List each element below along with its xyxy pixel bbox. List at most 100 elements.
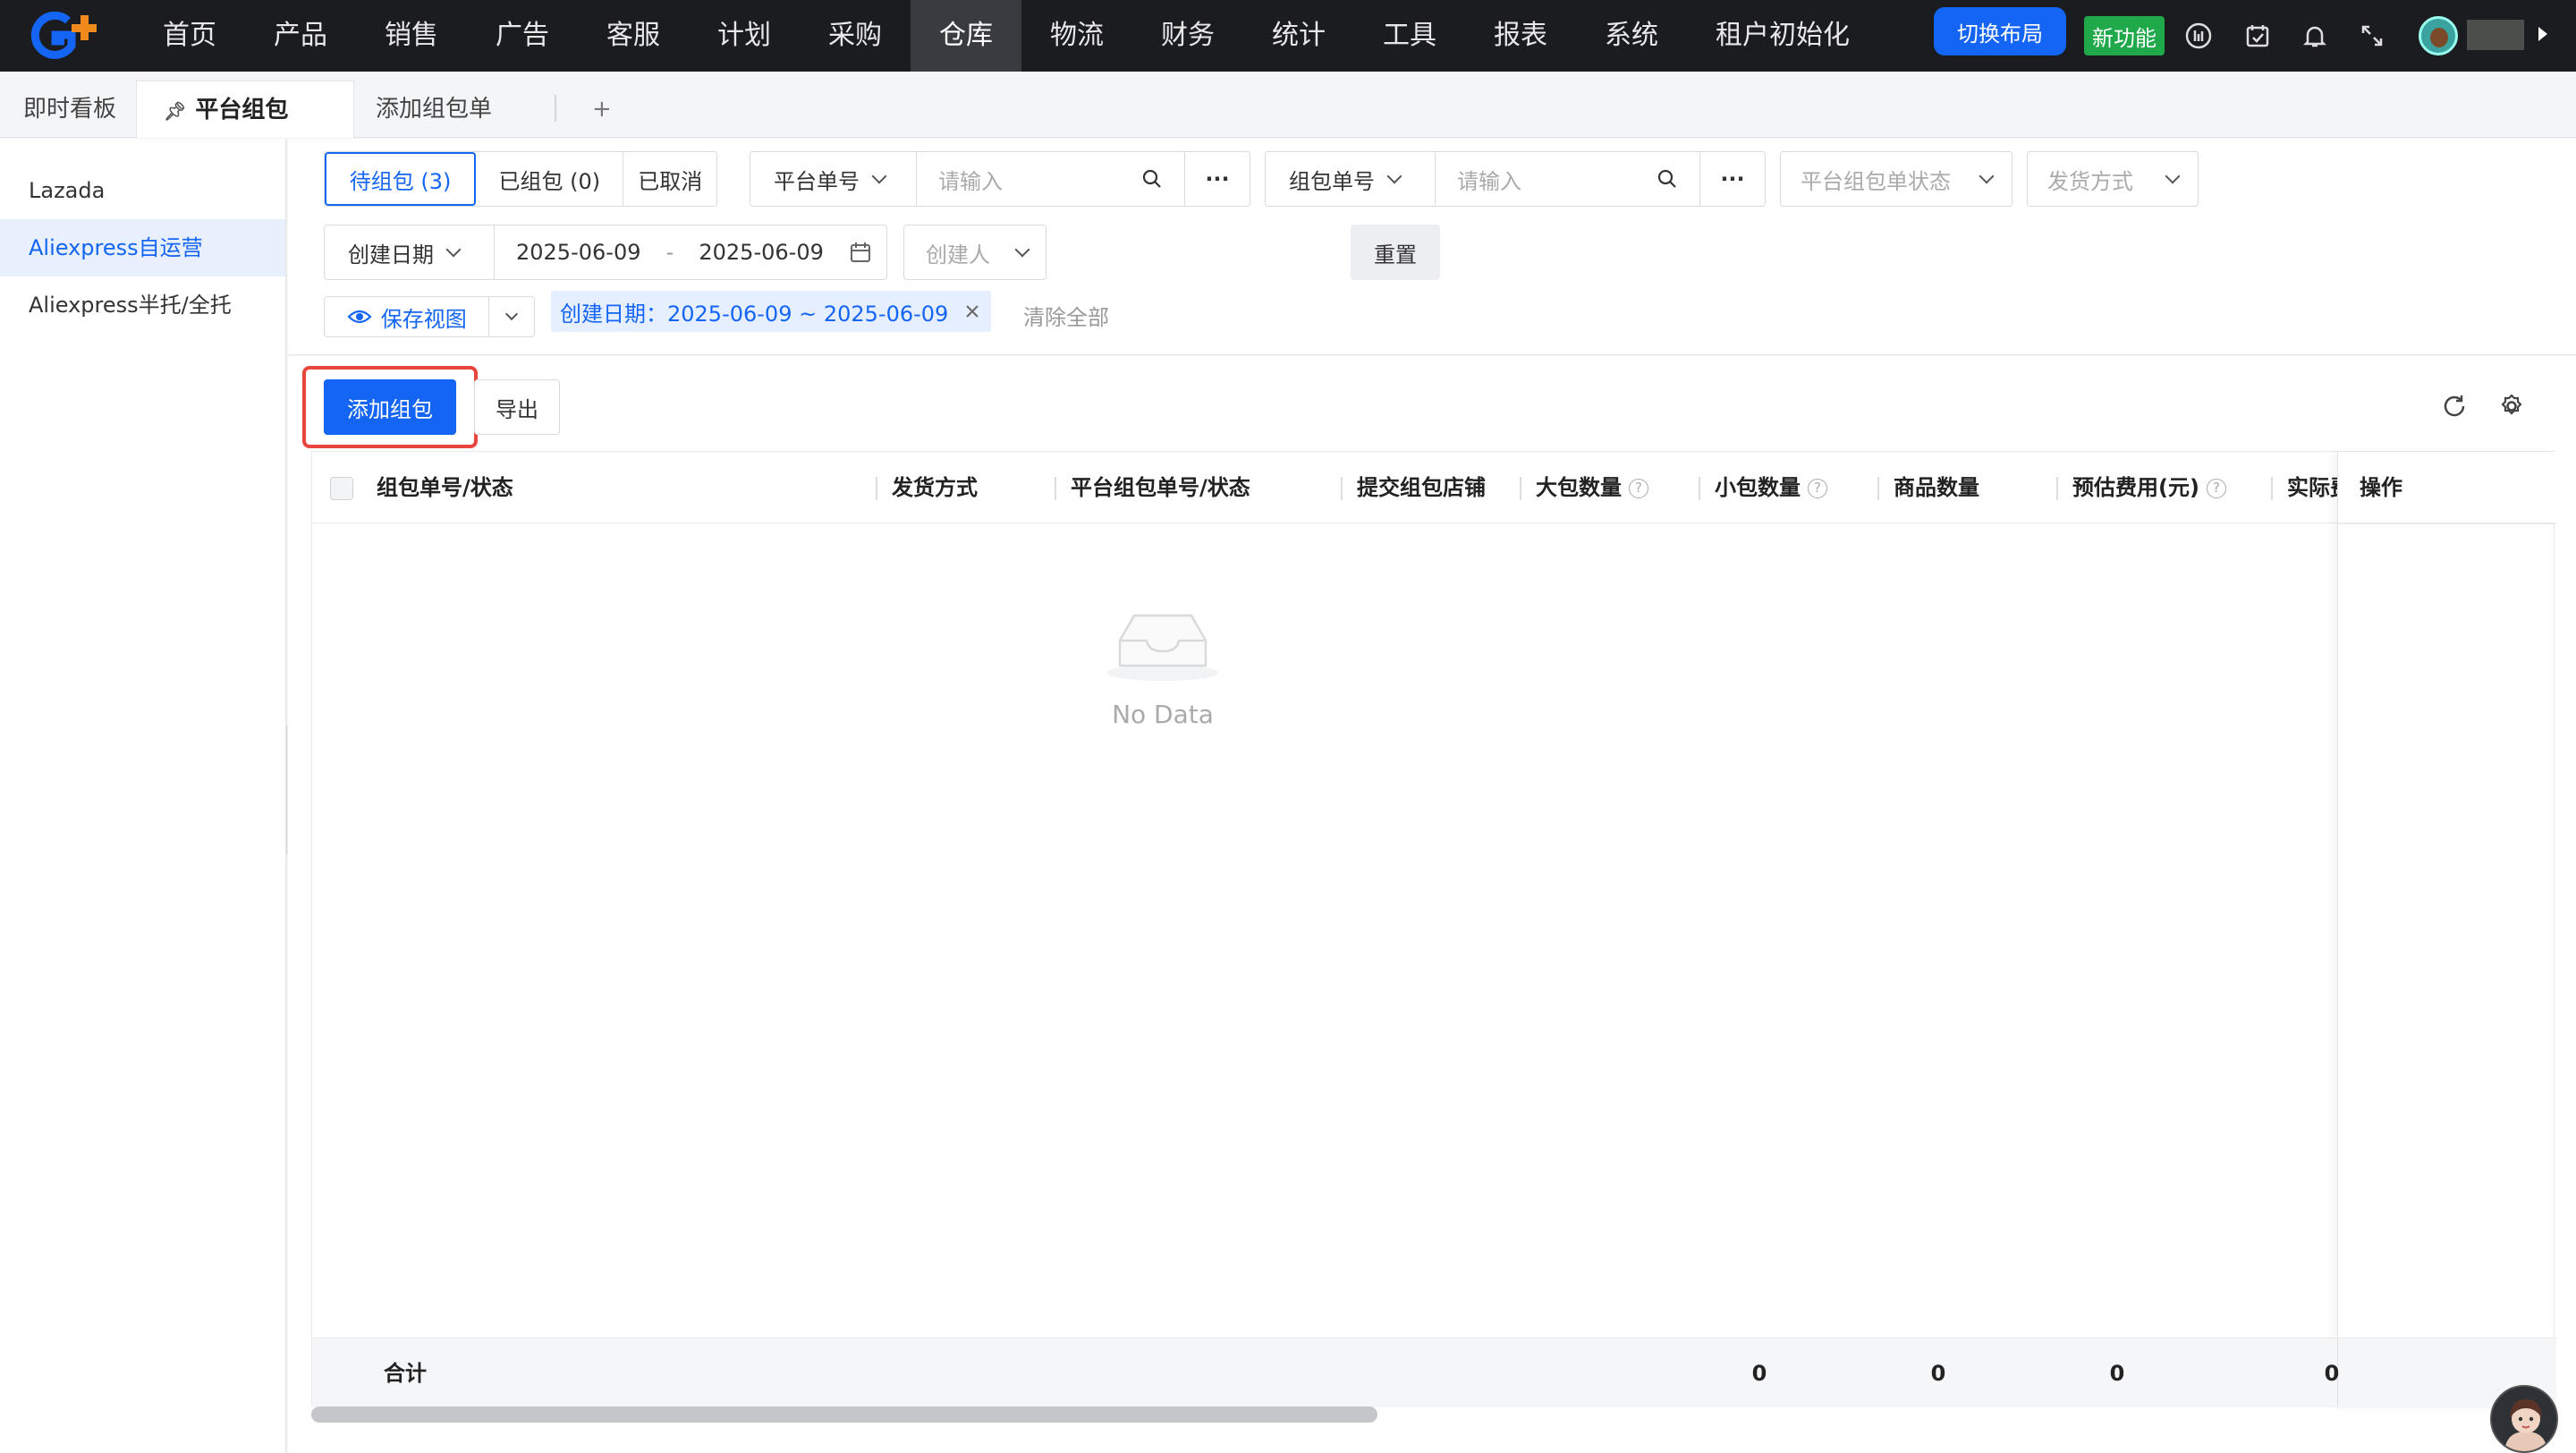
actions-column: 操作 (2337, 452, 2556, 1407)
chevron-down-icon (1014, 242, 1030, 258)
nav-warehouse[interactable]: 仓库 (911, 0, 1021, 72)
assistant-avatar-button[interactable] (2490, 1385, 2558, 1453)
logo[interactable] (0, 0, 134, 72)
add-tab-button[interactable]: + (572, 81, 631, 138)
package-no-input[interactable]: 请输入 (1436, 152, 1700, 206)
col-estimated-fee[interactable]: 预估费用(元)? (2072, 452, 2226, 523)
date-type-select[interactable]: 创建日期 (325, 225, 495, 279)
horizontal-scrollbar[interactable] (311, 1406, 1377, 1423)
chevron-down-icon (2165, 168, 2181, 184)
nav-tools[interactable]: 工具 (1354, 0, 1465, 72)
table-footer: 合计 0 0 0 0 (312, 1338, 2339, 1407)
search-icon[interactable] (1657, 168, 1678, 190)
date-start[interactable]: 2025-06-09 (516, 240, 640, 265)
col-package-no-status[interactable]: 组包单号/状态 (377, 452, 513, 523)
calendar-check-icon[interactable] (2241, 20, 2274, 52)
export-button[interactable]: 导出 (474, 379, 560, 435)
sidebar-item-aliexpress-self[interactable]: Aliexpress自运营 (0, 219, 285, 276)
filter-panel: 待组包 (3) 已组包 (0) 已取消 平台单号 请输入 ··· 组包单号 请输… (288, 139, 2576, 355)
nav-finance[interactable]: 财务 (1132, 0, 1243, 72)
platform-no-select[interactable]: 平台单号 (750, 152, 917, 206)
nav-system[interactable]: 系统 (1576, 0, 1687, 72)
col-big-package-count-label: 大包数量 (1536, 475, 1622, 500)
highlight-annotation (302, 366, 478, 448)
package-table: 组包单号/状态 发货方式 平台组包单号/状态 提交组包店铺 大包数量? 小包数量… (311, 451, 2556, 1407)
active-filter-chip: 创建日期：2025-06-09 ~ 2025-06-09 (551, 291, 992, 332)
top-nav-bar: 首页 产品 销售 广告 客服 计划 采购 仓库 物流 财务 统计 工具 报表 系… (0, 0, 2576, 72)
platform-no-more-button[interactable]: ··· (1185, 152, 1250, 206)
col-shipping-method[interactable]: 发货方式 (892, 452, 978, 523)
clear-all-link[interactable]: 清除全部 (1023, 300, 1109, 331)
calendar-icon[interactable] (849, 241, 872, 264)
col-small-package-count[interactable]: 小包数量? (1715, 452, 1827, 523)
nav-reports[interactable]: 报表 (1465, 0, 1576, 72)
search-icon[interactable] (1141, 168, 1163, 190)
tab-separator (555, 95, 556, 122)
col-platform-package-no[interactable]: 平台组包单号/状态 (1071, 452, 1250, 523)
select-all-checkbox[interactable] (330, 477, 353, 500)
nav-purchase[interactable]: 采购 (800, 0, 911, 72)
save-view-button[interactable]: 保存视图 (325, 297, 490, 336)
date-range-picker[interactable]: 2025-06-09 - 2025-06-09 (495, 240, 886, 265)
help-icon[interactable]: ? (1629, 479, 1648, 498)
user-avatar[interactable] (2419, 16, 2458, 55)
platform-status-select[interactable]: 平台组包单状态 (1780, 151, 2012, 207)
save-view-dropdown[interactable] (489, 297, 534, 336)
chevron-down-icon (1979, 168, 1995, 184)
col-actual-fee[interactable]: 实际费 (2287, 452, 2337, 523)
fullscreen-icon[interactable] (2356, 20, 2388, 52)
stats-icon[interactable] (2182, 20, 2215, 52)
close-icon[interactable] (962, 302, 982, 321)
creator-select[interactable]: 创建人 (903, 225, 1046, 280)
footer-big-package-total: 0 (1751, 1361, 1767, 1386)
help-icon[interactable]: ? (1808, 479, 1827, 498)
help-icon[interactable]: ? (2206, 479, 2226, 498)
new-feature-badge[interactable]: 新功能 (2084, 16, 2165, 55)
package-no-select[interactable]: 组包单号 (1266, 152, 1436, 206)
nav-statistics[interactable]: 统计 (1243, 0, 1354, 72)
bell-icon[interactable] (2299, 20, 2331, 52)
user-menu-caret-icon[interactable] (2538, 27, 2547, 41)
platform-no-filter: 平台单号 请输入 ··· (750, 151, 1250, 207)
status-tab-pending[interactable]: 待组包 (3) (325, 152, 477, 206)
nav-tenant-init[interactable]: 租户初始化 (1687, 0, 1878, 72)
tab-dashboard[interactable]: 即时看板 (4, 81, 136, 138)
tab-platform-package-label: 平台组包 (195, 97, 289, 123)
col-submit-store[interactable]: 提交组包店铺 (1357, 452, 1486, 523)
sidebar-item-aliexpress-managed[interactable]: Aliexpress半托/全托 (0, 276, 285, 334)
status-tab-cancelled[interactable]: 已取消 (623, 152, 716, 206)
header-divider (2338, 523, 2556, 524)
nav-products[interactable]: 产品 (245, 0, 356, 72)
date-end[interactable]: 2025-06-09 (699, 240, 823, 265)
sidebar-item-lazada[interactable]: Lazada (0, 162, 285, 219)
col-big-package-count[interactable]: 大包数量? (1536, 452, 1648, 523)
platform-sidebar: Lazada Aliexpress自运营 Aliexpress半托/全托 (0, 139, 286, 1453)
nav-customer-service[interactable]: 客服 (578, 0, 689, 72)
nav-home[interactable]: 首页 (134, 0, 245, 72)
user-name-redacted[interactable] (2467, 20, 2524, 50)
nav-plan[interactable]: 计划 (689, 0, 800, 72)
col-actions: 操作 (2360, 475, 2402, 500)
date-separator: - (665, 240, 674, 265)
reset-button[interactable]: 重置 (1351, 225, 1440, 280)
status-tab-packed[interactable]: 已组包 (0) (476, 152, 624, 206)
platform-no-input[interactable]: 请输入 (917, 152, 1185, 206)
shipping-method-placeholder: 发货方式 (2047, 168, 2133, 194)
tab-add-package-order[interactable]: 添加组包单 (356, 81, 512, 138)
refresh-icon[interactable] (2438, 390, 2470, 422)
shipping-method-select[interactable]: 发货方式 (2027, 151, 2199, 207)
column-divider (2271, 477, 2273, 500)
column-divider (1520, 477, 1521, 500)
switch-layout-button[interactable]: 切换布局 (1934, 7, 2066, 55)
settings-gear-icon[interactable] (2496, 390, 2528, 422)
nav-sales[interactable]: 销售 (356, 0, 467, 72)
nav-logistics[interactable]: 物流 (1021, 0, 1132, 72)
nav-ads[interactable]: 广告 (467, 0, 578, 72)
active-filter-chip-label: 创建日期：2025-06-09 ~ 2025-06-09 (560, 301, 949, 327)
footer-small-package-total: 0 (1930, 1361, 1946, 1386)
tab-platform-package[interactable]: 📌︎ 平台组包 (136, 81, 354, 138)
empty-state-text: No Data (1112, 700, 1214, 729)
package-no-more-button[interactable]: ··· (1700, 152, 1765, 206)
col-item-count[interactable]: 商品数量 (1894, 452, 1979, 523)
eye-icon (347, 310, 372, 324)
